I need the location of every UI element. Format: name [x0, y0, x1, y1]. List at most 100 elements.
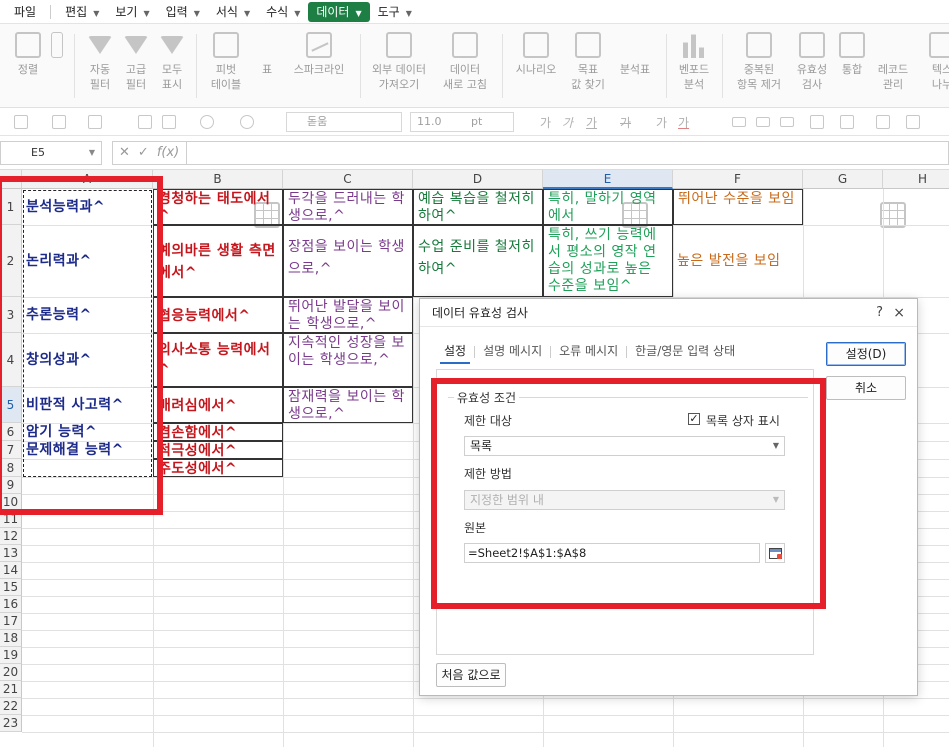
sort-button[interactable]: 정렬: [8, 32, 48, 104]
row-header[interactable]: 13: [0, 545, 22, 562]
row-header[interactable]: 17: [0, 613, 22, 630]
function-icon[interactable]: f(x): [157, 145, 179, 160]
data-validation-button[interactable]: 유효성 검사: [790, 32, 834, 104]
cell-B3[interactable]: 협응능력에서^: [153, 297, 283, 333]
row-header[interactable]: 20: [0, 664, 22, 681]
tab-settings[interactable]: 설정: [436, 343, 474, 367]
row-header-selected[interactable]: 5: [0, 387, 22, 423]
undo-icon[interactable]: [200, 115, 214, 129]
external-data-button[interactable]: 외부 데이터 가져오기: [366, 32, 432, 104]
cell-D2[interactable]: 수업 준비를 철저히 하여^: [413, 225, 543, 297]
row-header[interactable]: 22: [0, 698, 22, 715]
column-header[interactable]: D: [413, 170, 543, 189]
cell-F2[interactable]: 높은 발전을 보임: [673, 225, 803, 297]
cell-B5[interactable]: 배려심에서^: [153, 387, 283, 423]
row-header[interactable]: 9: [0, 477, 22, 494]
align-center-icon[interactable]: [756, 117, 770, 127]
row-header[interactable]: 4: [0, 333, 22, 387]
column-header[interactable]: F: [673, 170, 803, 189]
select-all-corner[interactable]: [0, 170, 22, 189]
row-header[interactable]: 6: [0, 423, 22, 441]
cancel-icon[interactable]: ✕: [119, 145, 138, 160]
row-header[interactable]: 10: [0, 494, 22, 511]
row-header[interactable]: 7: [0, 441, 22, 459]
borders-icon[interactable]: [840, 115, 854, 129]
cell-B4[interactable]: 의사소통 능력에서^: [153, 333, 283, 387]
new-doc-icon[interactable]: [14, 115, 28, 129]
row-header[interactable]: 12: [0, 528, 22, 545]
italic-icon[interactable]: 가: [562, 114, 573, 131]
goal-seek-button[interactable]: 목표 값 찾기: [566, 32, 610, 104]
menu-format[interactable]: 서식 ▼: [208, 0, 258, 24]
text-to-columns-button[interactable]: 텍스 나누: [924, 32, 949, 104]
strikethrough-icon[interactable]: 가: [620, 114, 631, 131]
in-cell-dropdown-checkbox[interactable]: ✓: [688, 413, 700, 425]
row-header[interactable]: 15: [0, 579, 22, 596]
save-icon[interactable]: [88, 115, 102, 129]
auto-filter-button[interactable]: 자동 필터: [80, 32, 120, 104]
pivot-table-button[interactable]: 피벗 테이블: [204, 32, 248, 104]
row-header[interactable]: 1: [0, 189, 22, 225]
scenario-button[interactable]: 시나리오: [508, 32, 564, 104]
cell-C4[interactable]: 지속적인 성장을 보이는 학생으로,^: [283, 333, 413, 387]
cell-B8[interactable]: 주도성에서^: [153, 459, 283, 477]
underline-icon[interactable]: 가: [586, 114, 597, 131]
cell-C1[interactable]: 두각을 드러내는 학생으로,^: [283, 189, 413, 225]
refresh-data-button[interactable]: 데이터 새로 고침: [434, 32, 496, 104]
font-size-select[interactable]: 11.0 pt: [410, 112, 514, 132]
column-header[interactable]: C: [283, 170, 413, 189]
print-preview-icon[interactable]: [162, 115, 176, 129]
menu-data[interactable]: 데이터 ▼: [308, 1, 370, 22]
menu-insert[interactable]: 입력 ▼: [158, 0, 208, 24]
cell-E1[interactable]: 특히, 말하기 영역에서: [543, 189, 673, 225]
font-color-icon[interactable]: 가: [656, 114, 667, 131]
table-button[interactable]: 표: [250, 32, 284, 228]
analysis-table-button[interactable]: 분석표: [612, 32, 658, 228]
column-header[interactable]: G: [803, 170, 883, 189]
cell-C3[interactable]: 뛰어난 발달을 보이는 학생으로,^: [283, 297, 413, 333]
column-header-selected[interactable]: E: [543, 170, 673, 189]
benford-button[interactable]: 벤포드 분석: [672, 32, 716, 104]
menu-file[interactable]: 파일: [6, 0, 44, 24]
name-box[interactable]: E5 ▼: [0, 141, 102, 165]
pattern-icon[interactable]: [906, 115, 920, 129]
cell-B6[interactable]: 겸손함에서^: [153, 423, 283, 441]
row-header[interactable]: 16: [0, 596, 22, 613]
consolidate-button[interactable]: 통합: [834, 32, 870, 104]
cell-B2[interactable]: 예의바른 생활 측면에서^: [153, 225, 283, 297]
record-manage-button[interactable]: 레코드 관리: [870, 32, 916, 228]
sparkline-button[interactable]: 스파크라인: [288, 32, 350, 104]
redo-icon[interactable]: [240, 115, 254, 129]
cancel-button[interactable]: 취소: [826, 376, 906, 400]
row-header[interactable]: 3: [0, 297, 22, 333]
source-input[interactable]: =Sheet2!$A$1:$A$8: [464, 543, 760, 563]
cell-D1[interactable]: 예습 복습을 철저히 하여^: [413, 189, 543, 225]
row-header[interactable]: 11: [0, 511, 22, 528]
tab-error-alert[interactable]: 오류 메시지: [551, 343, 626, 367]
highlight-icon[interactable]: 가: [678, 114, 689, 131]
menu-tools[interactable]: 도구 ▼: [370, 0, 420, 24]
bold-icon[interactable]: 가: [540, 114, 551, 131]
row-header[interactable]: 19: [0, 647, 22, 664]
fill-icon[interactable]: [876, 115, 890, 129]
column-header[interactable]: B: [153, 170, 283, 189]
row-header[interactable]: 23: [0, 715, 22, 732]
cell-B1[interactable]: 경청하는 태도에서^: [153, 189, 283, 225]
column-header[interactable]: A: [22, 170, 153, 189]
sort-order-button[interactable]: [44, 32, 70, 104]
cell-F1[interactable]: 뛰어난 수준을 보임: [673, 189, 803, 225]
advanced-filter-button[interactable]: 고급 필터: [116, 32, 156, 104]
cell-C2[interactable]: 장점을 보이는 학생으로,^: [283, 225, 413, 297]
row-header[interactable]: 2: [0, 225, 22, 297]
formula-input[interactable]: [186, 141, 949, 165]
cell-C5[interactable]: 잠재력을 보이는 학생으로,^: [283, 387, 413, 423]
range-picker-icon[interactable]: [765, 543, 785, 563]
clear-all-button[interactable]: 처음 값으로: [436, 663, 506, 687]
help-icon[interactable]: ?: [876, 299, 883, 327]
allow-select[interactable]: 목록 ▼: [464, 436, 785, 456]
confirm-icon[interactable]: ✓: [138, 145, 157, 160]
show-all-button[interactable]: 모두 표시: [152, 32, 192, 104]
ok-button[interactable]: 설정(D): [826, 342, 906, 366]
close-icon[interactable]: ×: [893, 299, 905, 327]
remove-duplicates-button[interactable]: 중복된 항목 제거: [728, 32, 790, 104]
